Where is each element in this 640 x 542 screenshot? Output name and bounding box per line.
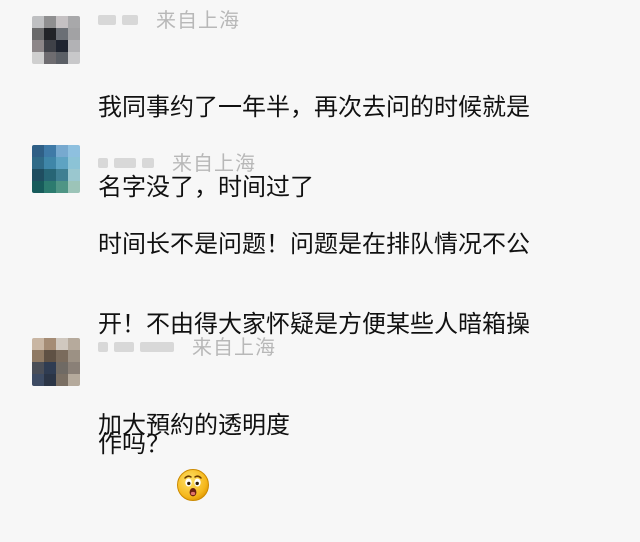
avatar-pixel (32, 362, 44, 374)
comment-line: 我同事约了一年半，再次去问的时候就是 (98, 93, 530, 121)
avatar-pixel (56, 374, 68, 386)
blurred-username[interactable] (98, 342, 108, 352)
avatar-pixel (32, 145, 44, 157)
comment-line: 加大預約的透明度 (98, 411, 290, 439)
blurred-username[interactable] (98, 158, 108, 168)
avatar-pixel (32, 169, 44, 181)
avatar[interactable] (32, 16, 80, 64)
avatar-pixel (56, 145, 68, 157)
avatar-pixel (56, 169, 68, 181)
location-label: 来自上海 (156, 8, 240, 32)
avatar-pixel (56, 350, 68, 362)
comment-header: 来自上海 (98, 335, 276, 359)
blurred-username[interactable] (98, 15, 116, 25)
avatar-pixel (44, 28, 56, 40)
avatar-pixel (68, 52, 80, 64)
comment-header: 来自上海 (98, 151, 256, 175)
avatar-pixel (68, 374, 80, 386)
avatar-pixel (68, 350, 80, 362)
location-label: 来自上海 (192, 335, 276, 359)
avatar-pixel (32, 52, 44, 64)
avatar-pixel (44, 169, 56, 181)
blurred-username[interactable] (114, 342, 134, 352)
avatar-pixel (56, 28, 68, 40)
avatar-pixel (56, 338, 68, 350)
blurred-username[interactable] (114, 158, 136, 168)
blurred-username[interactable] (140, 342, 174, 352)
avatar-pixel (56, 40, 68, 52)
location-label: 来自上海 (172, 151, 256, 175)
avatar-pixel (68, 157, 80, 169)
avatar-pixel (44, 181, 56, 193)
comment-text: 加大預約的透明度 (98, 365, 618, 485)
blurred-username[interactable] (142, 158, 154, 168)
avatar-pixel (44, 145, 56, 157)
avatar-pixel (32, 181, 44, 193)
avatar-pixel (44, 157, 56, 169)
avatar-pixel (44, 350, 56, 362)
comment-header: 来自上海 (98, 8, 240, 32)
avatar-pixel (32, 338, 44, 350)
avatar-pixel (44, 362, 56, 374)
avatar-pixel (32, 16, 44, 28)
avatar-pixel (32, 350, 44, 362)
avatar-pixel (68, 28, 80, 40)
avatar-pixel (68, 362, 80, 374)
blurred-username[interactable] (122, 15, 138, 25)
avatar-pixel (44, 338, 56, 350)
avatar-pixel (68, 16, 80, 28)
avatar-pixel (44, 374, 56, 386)
avatar-pixel (44, 16, 56, 28)
comment-feed: 来自上海 我同事约了一年半，再次去问的时候就是 名字没了，时间过了 来自上海 时… (0, 0, 640, 501)
avatar-pixel (56, 181, 68, 193)
avatar[interactable] (32, 145, 80, 193)
avatar-pixel (68, 145, 80, 157)
comment-line: 时间长不是问题！问题是在排队情况不公 (98, 230, 530, 258)
avatar[interactable] (32, 338, 80, 386)
avatar-pixel (56, 362, 68, 374)
avatar-pixel (56, 16, 68, 28)
avatar-pixel (56, 52, 68, 64)
avatar-pixel (68, 40, 80, 52)
avatar-pixel (32, 28, 44, 40)
avatar-pixel (44, 40, 56, 52)
avatar-pixel (68, 181, 80, 193)
avatar-pixel (44, 52, 56, 64)
avatar-pixel (32, 374, 44, 386)
avatar-pixel (68, 338, 80, 350)
avatar-pixel (68, 169, 80, 181)
avatar-pixel (32, 40, 44, 52)
avatar-pixel (56, 157, 68, 169)
avatar-pixel (32, 157, 44, 169)
